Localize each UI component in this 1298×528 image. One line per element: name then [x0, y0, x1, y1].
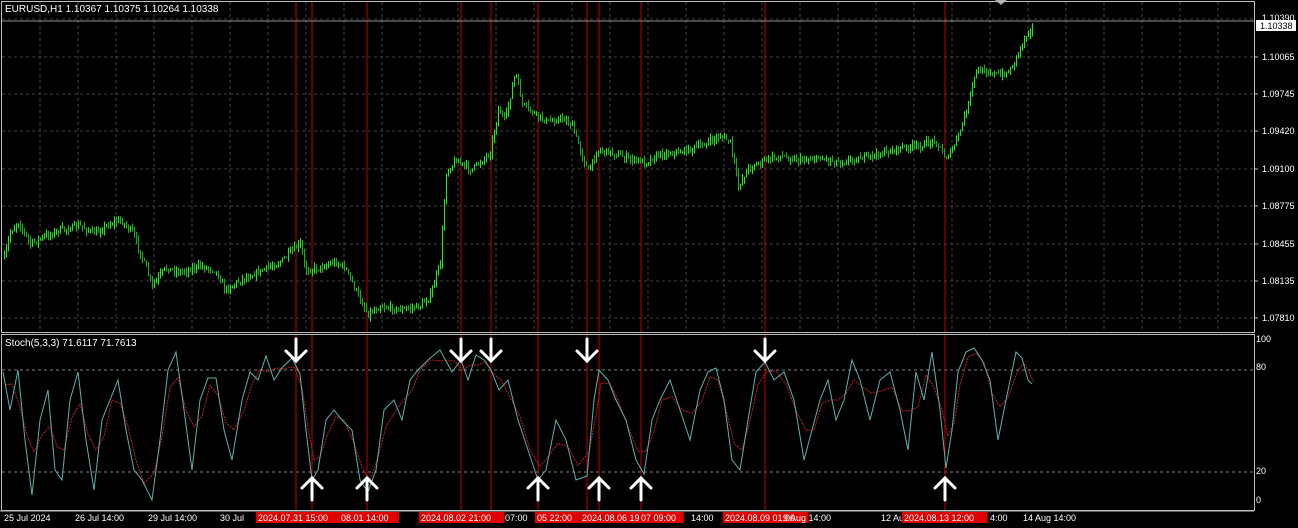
- price-tick-label: 1.09100: [1262, 164, 1295, 174]
- price-tick-label: 1.07810: [1262, 313, 1295, 323]
- time-tick-label: 2024.07.31 15:00: [258, 513, 328, 523]
- price-tick-label: 1.08455: [1262, 239, 1295, 249]
- price-tick-label: 1.08775: [1262, 201, 1295, 211]
- time-tick-label: 25 Jul 2024: [4, 513, 51, 523]
- stoch-tick-label: 100: [1256, 334, 1271, 344]
- time-tick-label: 29 Jul 14:00: [148, 513, 197, 523]
- time-tick-label: 30 Jul: [220, 513, 244, 523]
- time-tick-label: 9 Aug 14:00: [783, 513, 831, 523]
- time-axis[interactable]: 25 Jul 2024 26 Jul 14:00 29 Jul 14:00 30 Ju…: [0, 510, 1254, 523]
- chart-window[interactable]: EURUSD,H1 1.10367 1.10375 1.10264 1.1033…: [0, 0, 1298, 528]
- time-tick-label: 05 22:00: [537, 513, 572, 523]
- stoch-tick-label: 0: [1256, 495, 1261, 505]
- time-tick-label: 2024.08.13 12:00: [904, 513, 974, 523]
- time-tick-label: 08.01 14:00: [341, 513, 389, 523]
- time-tick-label: 14 Aug 14:00: [1023, 513, 1076, 523]
- current-price-label: 1.10338: [1260, 21, 1293, 31]
- symbol-header: EURUSD,H1 1.10367 1.10375 1.10264 1.1033…: [5, 4, 219, 15]
- indicator-header: Stoch(5,3,3) 71.6117 71.7613: [5, 338, 137, 349]
- time-tick-label: 14:00: [691, 513, 714, 523]
- stoch-tick-label: 20: [1256, 466, 1266, 476]
- price-tick-label: 1.08135: [1262, 276, 1295, 286]
- price-tick-label: 1.09420: [1262, 126, 1295, 136]
- time-tick-label: 4:00: [990, 513, 1008, 523]
- time-tick-label: 2024.08.02 21:00: [421, 513, 491, 523]
- time-tick-label: 07:00: [505, 513, 528, 523]
- stoch-tick-label: 80: [1256, 362, 1266, 372]
- current-price-tag: 1.10338: [1256, 20, 1296, 31]
- price-tick-label: 1.10065: [1262, 52, 1295, 62]
- price-tick-label: 1.09745: [1262, 89, 1295, 99]
- time-tick-label: 07 09:00: [641, 513, 676, 523]
- time-tick-label: 26 Jul 14:00: [75, 513, 124, 523]
